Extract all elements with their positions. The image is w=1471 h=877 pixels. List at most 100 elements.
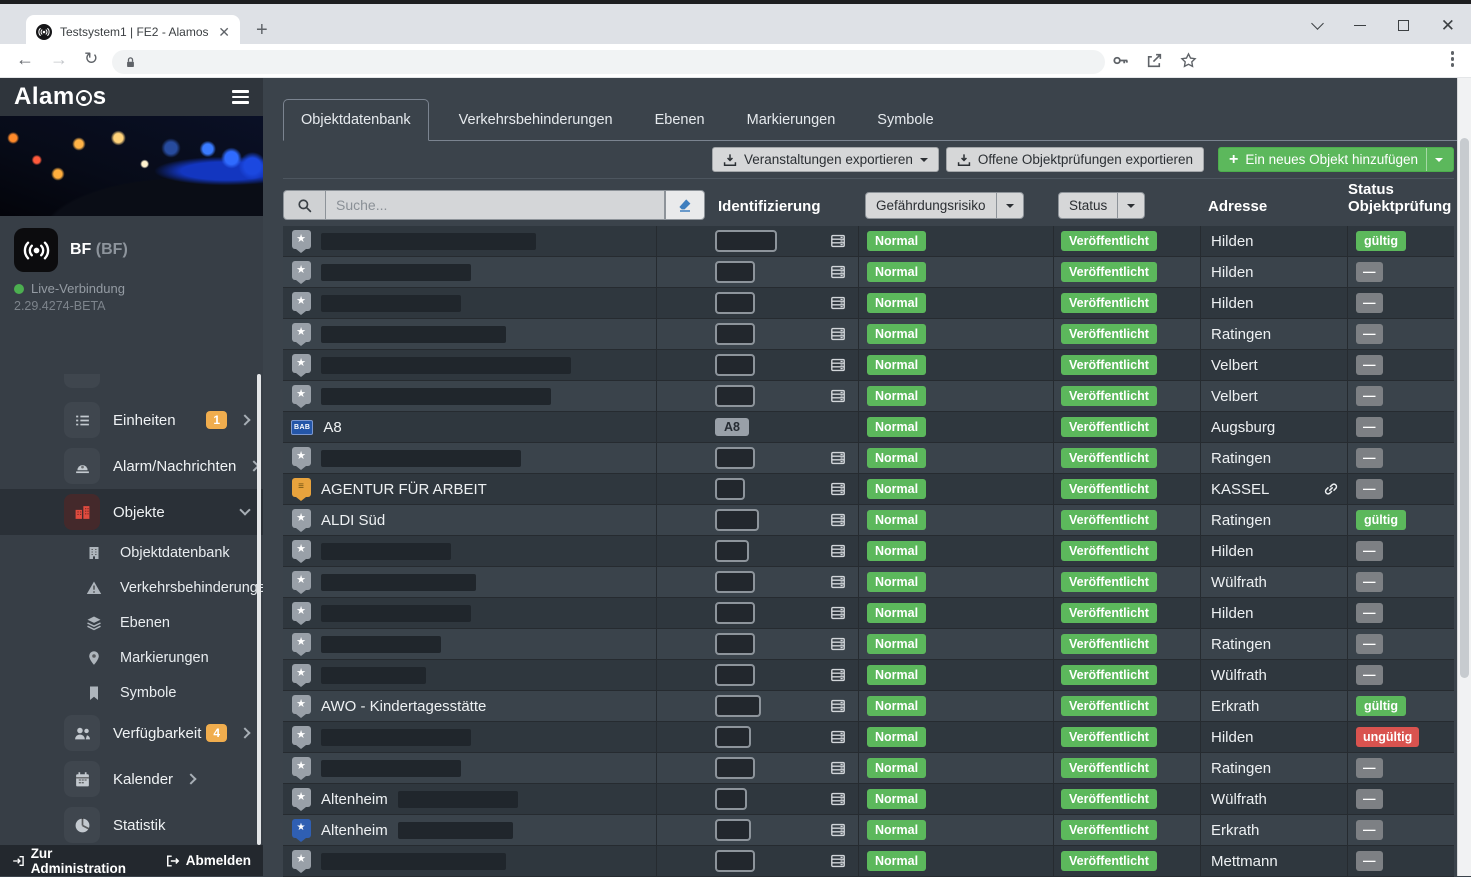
object-row[interactable]: ★NormalVeröffentlichtRatingen— [283,629,1454,660]
details-list-icon[interactable] [830,667,846,683]
password-key-icon[interactable] [1112,52,1129,69]
object-row[interactable]: BABA8A8NormalVeröffentlichtAugsburg— [283,412,1454,443]
object-row[interactable]: ≡AGENTUR FÜR ARBEITNormalVeröffentlichtK… [283,474,1454,505]
redacted-name [321,233,536,250]
link-icon[interactable] [1323,481,1339,497]
browser-menu-icon[interactable] [1451,51,1455,67]
city-label: Hilden [1211,605,1254,622]
address-bar[interactable] [112,50,1105,74]
city-label: Velbert [1211,388,1258,405]
object-row[interactable]: ★NormalVeröffentlichtHilden— [283,257,1454,288]
sidebar-scrollbar[interactable] [257,374,261,845]
details-list-icon[interactable] [830,326,846,342]
tab-verkehrsbehinderungen[interactable]: Verkehrsbehinderungen [441,99,631,141]
object-row[interactable]: ★NormalVeröffentlichtWülfrath— [283,567,1454,598]
risk-filter-dropdown[interactable]: Gefährdungsrisiko [865,192,1024,219]
sidebar-menu-icon[interactable] [232,90,249,103]
object-check-badge: — [1356,448,1383,468]
tab-ebenen[interactable]: Ebenen [637,99,723,141]
sidebar-item-verfügbarkeit[interactable]: Verfügbarkeit4 [0,710,263,756]
redacted-identification [715,323,755,345]
details-list-icon[interactable] [830,636,846,652]
details-list-icon[interactable] [830,357,846,373]
sidebar-item-objekte[interactable]: Objekte [0,489,263,535]
object-row[interactable]: ★AltenheimNormalVeröffentlichtErkrath— [283,815,1454,846]
details-list-icon[interactable] [830,574,846,590]
details-list-icon[interactable] [830,822,846,838]
forward-button[interactable]: → [50,49,68,70]
bookmark-star-icon[interactable] [1180,52,1197,69]
clear-search-button[interactable] [665,190,705,220]
window-maximize-button[interactable] [1398,20,1409,31]
status-cell: Veröffentlicht [1053,722,1200,752]
object-row[interactable]: ★AWO - KindertagesstätteNormalVeröffentl… [283,691,1454,722]
new-tab-button[interactable]: + [256,20,268,40]
redacted-name [321,636,441,653]
object-row[interactable]: ★NormalVeröffentlichtVelbert— [283,381,1454,412]
object-row[interactable]: ★NormalVeröffentlichtHildengültig [283,226,1454,257]
admin-link[interactable]: Zur Administration [12,846,140,876]
logout-link[interactable]: Abmelden [166,853,251,868]
sidebar-item-alarm-nachrichten[interactable]: Alarm/Nachrichten [0,443,263,489]
object-row[interactable]: ★NormalVeröffentlichtRatingen— [283,443,1454,474]
tab-symbole[interactable]: Symbole [859,99,951,141]
identification-cell [656,226,858,256]
details-list-icon[interactable] [830,388,846,404]
sidebar-item-kalender[interactable]: Kalender [0,756,263,802]
sidebar-item-markierungen[interactable]: Markierungen [0,640,263,675]
export-object-checks-button[interactable]: Offene Objektprüfungen exportieren [946,147,1204,172]
object-row[interactable]: ★ALDI SüdNormalVeröffentlichtRatingengül… [283,505,1454,536]
details-list-icon[interactable] [830,853,846,869]
sidebar-item-objektdatenbank[interactable]: Objektdatenbank [0,535,263,570]
details-list-icon[interactable] [830,450,846,466]
object-row[interactable]: ★NormalVeröffentlichtRatingen— [283,753,1454,784]
window-minimize-button[interactable] [1354,25,1366,26]
tab-close-icon[interactable]: ✕ [218,25,230,39]
tab-objektdatenbank[interactable]: Objektdatenbank [283,99,429,141]
object-row[interactable]: ★NormalVeröffentlichtVelbert— [283,350,1454,381]
sidebar-item-symbole[interactable]: Symbole [0,675,263,710]
details-list-icon[interactable] [830,512,846,528]
reload-button[interactable]: ↻ [84,49,98,69]
details-list-icon[interactable] [830,605,846,621]
object-row[interactable]: ★NormalVeröffentlichtWülfrath— [283,660,1454,691]
caret-down-icon [1117,193,1144,218]
details-list-icon[interactable] [830,264,846,280]
export-events-button[interactable]: Veranstaltungen exportieren [712,147,939,172]
object-name: AGENTUR FÜR ARBEIT [321,481,487,498]
sidebar-item-ebenen[interactable]: Ebenen [0,605,263,640]
details-list-icon[interactable] [830,760,846,776]
object-row[interactable]: ★NormalVeröffentlichtMettmann— [283,846,1454,877]
object-check-cell: — [1347,784,1452,814]
details-list-icon[interactable] [830,295,846,311]
sidebar-item-statistik[interactable]: Statistik [0,802,263,845]
search-input[interactable] [325,190,665,220]
page-scrollbar[interactable] [1457,78,1471,876]
object-row[interactable]: ★NormalVeröffentlichtHilden— [283,536,1454,567]
unit-info: BF (BF) Live-Verbindung 2.29.4274-BETA [0,216,263,294]
window-close-button[interactable]: ✕ [1441,17,1455,34]
details-list-icon[interactable] [830,481,846,497]
back-button[interactable]: ← [16,49,34,70]
add-object-button[interactable]: + Ein neues Objekt hinzufügen [1218,147,1454,172]
details-list-icon[interactable] [830,543,846,559]
object-check-cell: — [1347,598,1452,628]
details-list-icon[interactable] [830,233,846,249]
sidebar-item-einheiten[interactable]: Einheiten1 [0,397,263,443]
object-row[interactable]: ★NormalVeröffentlichtRatingen— [283,319,1454,350]
details-list-icon[interactable] [830,698,846,714]
tab-markierungen[interactable]: Markierungen [729,99,854,141]
details-list-icon[interactable] [830,791,846,807]
page-scrollbar-thumb[interactable] [1460,138,1469,678]
object-row[interactable]: ★NormalVeröffentlichtHilden— [283,598,1454,629]
sidebar-item-verkehrsbehinderungen[interactable]: Verkehrsbehinderungen [0,570,263,605]
object-row[interactable]: ★NormalVeröffentlichtHildenungültig [283,722,1454,753]
window-chevron-icon[interactable] [1311,17,1324,30]
star-pin-icon: ★ [291,509,311,532]
object-row[interactable]: ★NormalVeröffentlichtHilden— [283,288,1454,319]
details-list-icon[interactable] [830,729,846,745]
status-filter-dropdown[interactable]: Status [1058,192,1145,219]
object-check-cell: — [1347,257,1452,287]
share-icon[interactable] [1146,52,1163,69]
object-row[interactable]: ★AltenheimNormalVeröffentlichtWülfrath— [283,784,1454,815]
